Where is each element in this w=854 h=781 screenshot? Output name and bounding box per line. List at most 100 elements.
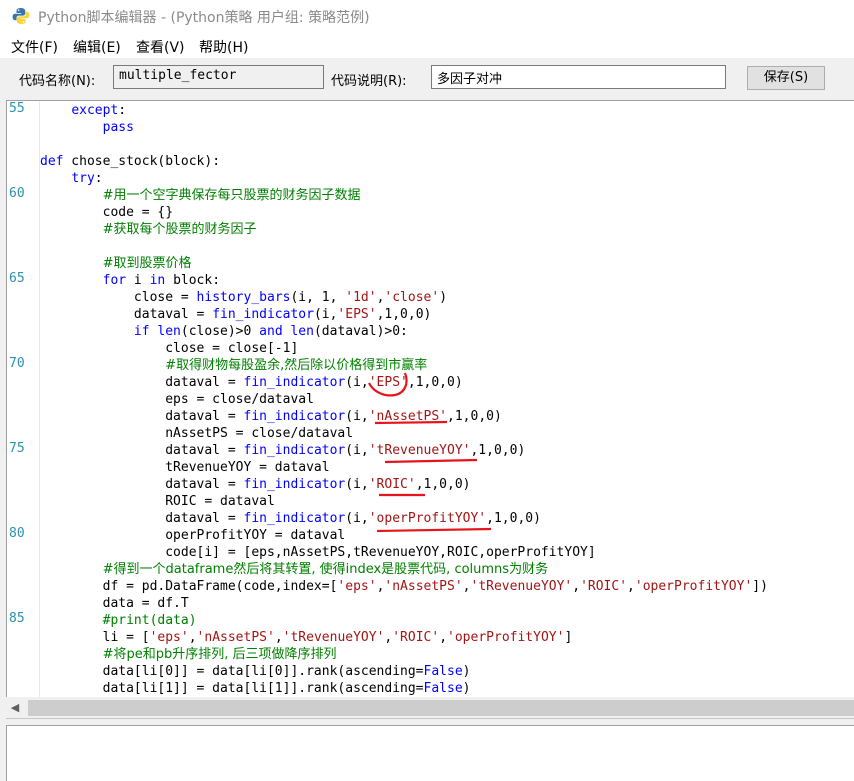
code-text: (dataval)>0: — [313, 324, 408, 339]
code-text: close = — [40, 290, 197, 305]
save-button[interactable]: 保存(S) — [747, 66, 825, 90]
code-keyword: False — [423, 681, 463, 696]
code-line[interactable]: dataval = fin_indicator(i,'EPS',1,0,0) — [40, 306, 431, 323]
code-line[interactable]: eps = close/dataval — [40, 391, 314, 408]
code-text: data[li[1]] = data[li[1]].rank(ascending… — [40, 681, 424, 696]
horizontal-scrollbar[interactable]: ◀ — [6, 697, 854, 719]
code-text: dataval = — [40, 511, 244, 526]
code-text: (i, — [313, 307, 338, 322]
code-line[interactable]: li = ['eps','nAssetPS','tRevenueYOY','RO… — [40, 629, 573, 646]
code-line[interactable]: code[i] = [eps,nAssetPS,tRevenueYOY,ROIC… — [40, 544, 595, 561]
code-text: , — [439, 630, 448, 645]
code-string: 'eps' — [149, 630, 189, 645]
code-text: (i, 1, — [290, 290, 346, 305]
code-line[interactable]: except: — [40, 102, 126, 119]
code-function: fin_indicator — [243, 443, 346, 458]
code-line[interactable]: def chose_stock(block): — [40, 153, 220, 170]
code-line[interactable]: tRevenueYOY = dataval — [40, 459, 330, 476]
code-comment: #取得财物每股盈余,然后除以价格得到市赢率 — [165, 358, 428, 373]
code-line[interactable]: df = pd.DataFrame(code,index=['eps','nAs… — [40, 578, 768, 595]
menu-file[interactable]: 文件(F) — [11, 37, 58, 57]
code-text: dataval = — [40, 443, 244, 458]
code-function: history_bars — [196, 290, 291, 305]
code-text: tRevenueYOY = dataval — [40, 460, 330, 475]
code-string: 'EPS' — [368, 375, 408, 390]
code-text: : — [118, 103, 127, 118]
code-text: (close)>0 — [180, 324, 260, 339]
code-text: dataval = — [40, 375, 244, 390]
code-string: 'ROIC' — [368, 477, 416, 492]
code-string: 'EPS' — [337, 307, 377, 322]
code-editor[interactable]: 55 60 65 70 75 80 85 except: pass def cho… — [6, 100, 854, 697]
title-bar[interactable]: Python脚本编辑器 - (Python策略 用户组: 策略范例) — [0, 0, 854, 32]
code-line[interactable]: #取得财物每股盈余,然后除以价格得到市赢率 — [40, 357, 427, 374]
code-text: (i, — [345, 511, 369, 526]
code-text: nAssetPS = close/dataval — [40, 426, 354, 441]
menu-bar: 文件(F) 编辑(E) 查看(V) 帮助(H) — [0, 32, 854, 58]
code-text: : — [94, 171, 103, 186]
code-line[interactable]: for i in block: — [40, 272, 220, 289]
code-text: , — [572, 579, 581, 594]
code-string: 'operProfitYOY' — [447, 630, 565, 645]
code-line[interactable]: ROIC = dataval — [40, 493, 275, 510]
code-name-label: 代码名称(N): — [19, 74, 96, 89]
code-text: data[li[0]] = data[li[0]].rank(ascending… — [40, 664, 424, 679]
code-name-input[interactable]: multiple_fector — [113, 65, 324, 89]
menu-edit[interactable]: 编辑(E) — [73, 37, 121, 57]
code-function: len — [157, 324, 181, 339]
code-line[interactable]: data = df.T — [40, 595, 189, 612]
code-area[interactable]: except: pass def chose_stock(block): try:… — [7, 101, 854, 697]
code-line[interactable]: nAssetPS = close/dataval — [40, 425, 353, 442]
menu-help[interactable]: 帮助(H) — [199, 37, 248, 57]
code-keyword: for — [102, 273, 127, 288]
menu-view[interactable]: 查看(V) — [136, 37, 185, 57]
code-text: dataval = — [40, 409, 244, 424]
code-string: 'eps' — [337, 579, 377, 594]
code-line[interactable]: #得到一个dataframe然后将其转置, 使得index是股票代码, colu… — [40, 561, 548, 578]
code-line[interactable]: pass — [40, 119, 134, 136]
code-keyword: def — [40, 154, 64, 169]
scrollbar-thumb[interactable] — [28, 700, 854, 716]
code-line[interactable]: operProfitYOY = dataval — [40, 527, 345, 544]
code-string: 'operProfitYOY' — [634, 579, 753, 594]
code-comment: #获取每个股票的财务因子 — [102, 222, 257, 237]
code-line[interactable]: if len(close)>0 and len(dataval)>0: — [40, 323, 408, 340]
code-string: 'ROIC' — [392, 630, 440, 645]
code-line[interactable]: #获取每个股票的财务因子 — [40, 221, 257, 238]
code-line[interactable]: #print(data) — [40, 612, 197, 629]
scroll-left-arrow-icon[interactable]: ◀ — [8, 701, 22, 715]
code-line[interactable]: close = history_bars(i, 1, '1d','close') — [40, 289, 447, 306]
code-line[interactable]: data[li[1]] = data[li[1]].rank(ascending… — [40, 680, 471, 697]
code-line[interactable]: dataval = fin_indicator(i,'operProfitYOY… — [40, 510, 541, 527]
code-function: fin_indicator — [243, 409, 346, 424]
code-text: eps = close/dataval — [40, 392, 314, 407]
code-text: ,1,0,0) — [486, 511, 541, 526]
output-pane[interactable] — [6, 725, 854, 781]
code-comment: #用一个空字典保存每只股票的财务因子数据 — [102, 188, 361, 203]
code-desc-input[interactable]: 多因子对冲 — [431, 65, 726, 89]
code-line[interactable]: #取到股票价格 — [40, 255, 192, 272]
code-line[interactable]: try: — [40, 170, 103, 187]
code-line[interactable]: data[li[0]] = data[li[0]].rank(ascending… — [40, 663, 471, 680]
code-function: fin_indicator — [243, 511, 346, 526]
code-line[interactable]: dataval = fin_indicator(i,'EPS',1,0,0) — [40, 374, 462, 391]
code-line[interactable]: #用一个空字典保存每只股票的财务因子数据 — [40, 187, 361, 204]
code-line[interactable]: code = {} — [40, 204, 173, 221]
code-text: close = close[-1] — [40, 341, 299, 356]
code-string: 'nAssetPS' — [368, 409, 448, 424]
code-line[interactable]: #将pe和pb升序排列, 后三项做降序排列 — [40, 646, 337, 663]
code-line[interactable]: dataval = fin_indicator(i,'ROIC',1,0,0) — [40, 476, 470, 493]
code-comment: #将pe和pb升序排列, 后三项做降序排列 — [102, 647, 337, 662]
code-line[interactable]: dataval = fin_indicator(i,'nAssetPS',1,0… — [40, 408, 502, 425]
code-string: 'nAssetPS' — [384, 579, 463, 594]
code-string: 'tRevenueYOY' — [368, 443, 471, 458]
code-line[interactable]: dataval = fin_indicator(i,'tRevenueYOY',… — [40, 442, 525, 459]
code-line[interactable]: close = close[-1] — [40, 340, 298, 357]
